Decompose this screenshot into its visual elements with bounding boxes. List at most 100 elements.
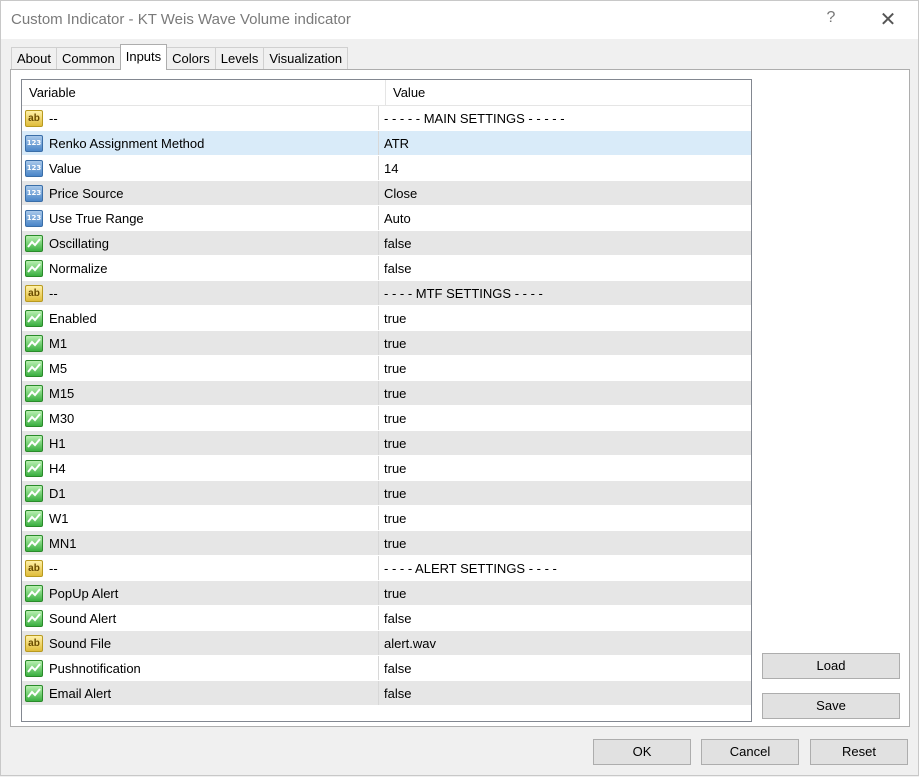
value-cell[interactable]: true xyxy=(379,381,751,405)
value-cell[interactable]: - - - - MTF SETTINGS - - - - xyxy=(379,281,751,305)
tab-common[interactable]: Common xyxy=(55,47,121,69)
inputs-table: Variable Value ab -- - - - - - MAIN SETTIN… xyxy=(21,79,752,722)
value-cell[interactable]: false xyxy=(379,656,751,680)
value-cell[interactable]: true xyxy=(379,456,751,480)
string-type-icon: ab xyxy=(25,634,43,652)
table-row[interactable]: 123 Renko Assignment Method ATR xyxy=(22,131,751,156)
variable-cell: M30 xyxy=(22,406,379,430)
value-cell[interactable]: false xyxy=(379,681,751,705)
table-row[interactable]: D1 true xyxy=(22,481,751,506)
column-header-variable[interactable]: Variable xyxy=(22,80,386,105)
bool-type-icon xyxy=(25,609,43,627)
bool-type-icon xyxy=(25,584,43,602)
table-row[interactable]: 123 Use True Range Auto xyxy=(22,206,751,231)
tab-about[interactable]: About xyxy=(11,47,57,69)
bool-type-icon xyxy=(25,234,43,252)
table-row[interactable]: ab -- - - - - MTF SETTINGS - - - - xyxy=(22,281,751,306)
tab-colors[interactable]: Colors xyxy=(166,47,216,69)
variable-label: Value xyxy=(49,160,82,176)
help-button[interactable]: ? xyxy=(821,9,841,31)
title-bar: Custom Indicator - KT Weis Wave Volume i… xyxy=(0,0,919,39)
value-cell[interactable]: true xyxy=(379,356,751,380)
table-row[interactable]: W1 true xyxy=(22,506,751,531)
tab-strip: About Common Inputs Colors Levels Visual… xyxy=(11,44,349,70)
value-cell[interactable]: true xyxy=(379,481,751,505)
table-row[interactable]: M15 true xyxy=(22,381,751,406)
variable-cell: D1 xyxy=(22,481,379,505)
ok-button[interactable]: OK xyxy=(593,739,691,765)
table-row[interactable]: Sound Alert false xyxy=(22,606,751,631)
bool-type-icon xyxy=(25,509,43,527)
number-type-icon: 123 xyxy=(25,184,43,202)
value-cell[interactable]: true xyxy=(379,531,751,555)
value-cell[interactable]: Close xyxy=(379,181,751,205)
cancel-button[interactable]: Cancel xyxy=(701,739,799,765)
value-cell[interactable]: false xyxy=(379,231,751,255)
variable-label: W1 xyxy=(49,510,69,526)
table-row[interactable]: Normalize false xyxy=(22,256,751,281)
variable-cell: ab Sound File xyxy=(22,631,379,655)
table-row[interactable]: Pushnotification false xyxy=(22,656,751,681)
bool-type-icon xyxy=(25,659,43,677)
variable-cell: Normalize xyxy=(22,256,379,280)
column-header-value[interactable]: Value xyxy=(386,80,751,105)
variable-cell: M5 xyxy=(22,356,379,380)
variable-cell: M15 xyxy=(22,381,379,405)
table-row[interactable]: ab Sound File alert.wav xyxy=(22,631,751,656)
variable-cell: Sound Alert xyxy=(22,606,379,630)
number-type-icon: 123 xyxy=(25,134,43,152)
value-cell[interactable]: - - - - ALERT SETTINGS - - - - xyxy=(379,556,751,580)
variable-label: -- xyxy=(49,560,58,576)
table-row[interactable]: M30 true xyxy=(22,406,751,431)
variable-label: D1 xyxy=(49,485,66,501)
table-row[interactable]: H1 true xyxy=(22,431,751,456)
variable-label: Email Alert xyxy=(49,685,112,701)
variable-label: Renko Assignment Method xyxy=(49,135,205,151)
table-row[interactable]: ab -- - - - - ALERT SETTINGS - - - - xyxy=(22,556,751,581)
table-row[interactable]: Email Alert false xyxy=(22,681,751,706)
variable-label: PopUp Alert xyxy=(49,585,119,601)
value-cell[interactable]: 14 xyxy=(379,156,751,180)
table-row[interactable]: Oscillating false xyxy=(22,231,751,256)
variable-cell: MN1 xyxy=(22,531,379,555)
value-cell[interactable]: false xyxy=(379,606,751,630)
table-row[interactable]: M5 true xyxy=(22,356,751,381)
table-row[interactable]: 123 Value 14 xyxy=(22,156,751,181)
table-body: ab -- - - - - - MAIN SETTINGS - - - - -123… xyxy=(22,106,751,706)
value-cell[interactable]: alert.wav xyxy=(379,631,751,655)
value-cell[interactable]: ATR xyxy=(379,131,751,155)
value-cell[interactable]: true xyxy=(379,306,751,330)
variable-label: M15 xyxy=(49,385,75,401)
string-type-icon: ab xyxy=(25,109,43,127)
table-row[interactable]: H4 true xyxy=(22,456,751,481)
variable-label: Normalize xyxy=(49,260,108,276)
value-cell[interactable]: Auto xyxy=(379,206,751,230)
value-cell[interactable]: true xyxy=(379,406,751,430)
variable-cell: Email Alert xyxy=(22,681,379,705)
table-row[interactable]: MN1 true xyxy=(22,531,751,556)
table-row[interactable]: 123 Price Source Close xyxy=(22,181,751,206)
load-button[interactable]: Load xyxy=(762,653,900,679)
variable-cell: Pushnotification xyxy=(22,656,379,680)
value-cell[interactable]: true xyxy=(379,581,751,605)
value-cell[interactable]: false xyxy=(379,256,751,280)
table-row[interactable]: Enabled true xyxy=(22,306,751,331)
reset-button[interactable]: Reset xyxy=(810,739,908,765)
close-button[interactable]: ✕ xyxy=(873,7,903,33)
value-cell[interactable]: true xyxy=(379,431,751,455)
table-row[interactable]: ab -- - - - - - MAIN SETTINGS - - - - - xyxy=(22,106,751,131)
variable-cell: PopUp Alert xyxy=(22,581,379,605)
tab-inputs[interactable]: Inputs xyxy=(119,44,168,70)
number-type-icon: 123 xyxy=(25,159,43,177)
save-button[interactable]: Save xyxy=(762,693,900,719)
value-cell[interactable]: - - - - - MAIN SETTINGS - - - - - xyxy=(379,106,751,130)
tab-visualization[interactable]: Visualization xyxy=(263,47,349,69)
window-title: Custom Indicator - KT Weis Wave Volume i… xyxy=(11,11,351,28)
table-row[interactable]: PopUp Alert true xyxy=(22,581,751,606)
variable-cell: 123 Use True Range xyxy=(22,206,379,230)
value-cell[interactable]: true xyxy=(379,506,751,530)
tab-levels[interactable]: Levels xyxy=(214,47,265,69)
value-cell[interactable]: true xyxy=(379,331,751,355)
table-row[interactable]: M1 true xyxy=(22,331,751,356)
variable-label: Enabled xyxy=(49,310,97,326)
